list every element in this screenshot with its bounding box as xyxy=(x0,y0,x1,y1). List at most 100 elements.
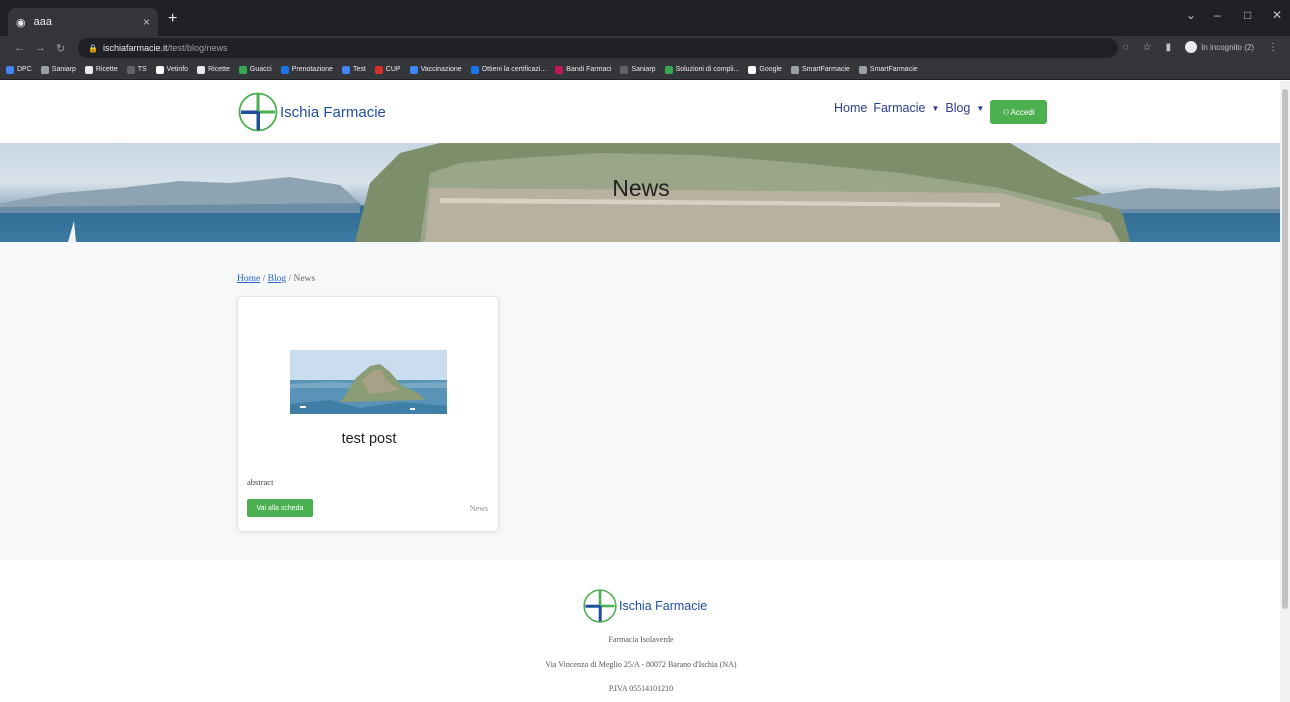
star-icon[interactable]: ☆ xyxy=(1143,42,1152,53)
scrollbar-thumb[interactable] xyxy=(1282,89,1288,609)
maximize-icon[interactable]: □ xyxy=(1244,8,1251,22)
bookmark-item[interactable]: Guacci xyxy=(238,65,272,74)
nav-home[interactable]: Home xyxy=(834,101,867,115)
bookmark-icon xyxy=(620,65,629,74)
eye-off-icon[interactable]: ◌ xyxy=(1123,42,1129,53)
bookmark-item[interactable]: Soluzioni di compli... xyxy=(664,65,740,74)
bookmark-label: Soluzioni di compli... xyxy=(675,66,740,73)
bookmark-label: SmartFarmacie xyxy=(869,66,918,73)
main-nav: Home Farmacie ▼ Blog ▼ xyxy=(834,101,990,115)
breadcrumb-blog[interactable]: Blog xyxy=(268,274,286,284)
bookmark-item[interactable]: SmartFarmacie xyxy=(790,65,850,74)
address-bar[interactable]: 🔒 ischiafarmacie.it/test/blog/news xyxy=(78,38,1118,58)
caret-down-icon[interactable]: ▼ xyxy=(931,104,939,113)
view-post-button[interactable]: Vai alla scheda xyxy=(247,499,313,517)
bookmark-label: DPC xyxy=(17,66,32,73)
post-card: test post abstract Vai alla scheda News xyxy=(237,296,499,532)
nav-blog[interactable]: Blog xyxy=(945,101,970,115)
login-label: Accedi xyxy=(1010,107,1035,117)
post-category: News xyxy=(469,504,488,513)
toolbar-actions: ◌ ☆ ▮ In incognito (2) ⋮ xyxy=(1123,41,1278,53)
bookmark-item[interactable]: Saniarp xyxy=(620,65,656,74)
incognito-badge[interactable]: In incognito (2) xyxy=(1185,41,1254,53)
bookmark-item[interactable]: CUP xyxy=(374,65,401,74)
bookmark-label: SmartFarmacie xyxy=(801,66,850,73)
users-icon: ⚇ xyxy=(1002,107,1010,117)
breadcrumb-separator: / xyxy=(262,274,266,284)
bookmark-label: Bandi Farmaci xyxy=(566,66,612,73)
bookmark-label: Prenotazione xyxy=(291,66,333,73)
bookmark-item[interactable]: Ottieni la certificazi... xyxy=(470,65,547,74)
tab-search-icon[interactable]: ⌄ xyxy=(1186,8,1196,22)
browser-tab-bar: ◉ aaa × + ⌄ – □ ✕ xyxy=(0,0,1290,36)
post-title[interactable]: test post xyxy=(238,431,500,447)
bookmark-item[interactable]: Ricette xyxy=(197,65,230,74)
incognito-label: In incognito (2) xyxy=(1201,42,1254,52)
bookmark-icon xyxy=(555,65,564,74)
bookmark-label: Vaccinazione xyxy=(420,66,462,73)
bookmark-item[interactable]: Saniarp xyxy=(40,65,76,74)
bookmark-icon xyxy=(84,65,93,74)
new-tab-button[interactable]: + xyxy=(168,10,177,28)
hero-title: News xyxy=(612,175,670,201)
bookmark-icon xyxy=(197,65,206,74)
bookmark-icon xyxy=(6,65,14,74)
page-viewport: Ischia Farmacie Home Farmacie ▼ Blog ▼ ⚇… xyxy=(0,81,1290,702)
bookmark-icon xyxy=(238,65,247,74)
footer-address: Via Vincenzo di Meglio 25/A - 80072 Bara… xyxy=(545,660,737,669)
bookmarks-bar: DPC Saniarp Ricette TS Vetinfo Ricette Guacci P… xyxy=(0,60,1290,80)
browser-toolbar: ← → ↻ 🔒 ischiafarmacie.it/test/blog/news… xyxy=(0,36,1290,60)
footer-vat: P.IVA 05514101210 xyxy=(608,684,674,693)
caret-down-icon[interactable]: ▼ xyxy=(976,104,984,113)
post-abstract: abstract xyxy=(247,477,274,487)
footer-pharmacy-name: Farmacia Isolaverde xyxy=(608,635,674,644)
forward-icon[interactable]: → xyxy=(35,42,46,54)
bookmark-label: Ricette xyxy=(208,66,230,73)
login-button[interactable]: ⚇ Accedi xyxy=(990,100,1047,124)
bookmark-label: Ottieni la certificazi... xyxy=(481,66,547,73)
bookmark-item[interactable]: SmartFarmacie xyxy=(858,65,918,74)
bookmark-label: Saniarp xyxy=(631,66,656,73)
tab-close-icon[interactable]: × xyxy=(143,15,150,29)
kebab-menu-icon[interactable]: ⋮ xyxy=(1268,42,1278,53)
hero-banner: News xyxy=(0,143,1282,242)
close-window-icon[interactable]: ✕ xyxy=(1272,8,1282,22)
page-scrollbar[interactable] xyxy=(1280,81,1290,702)
footer-brand-name: Ischia Farmacie xyxy=(619,599,708,613)
url-path: /test/blog/news xyxy=(167,43,228,53)
minimize-icon[interactable]: – xyxy=(1214,8,1221,22)
site-logo[interactable]: Ischia Farmacie xyxy=(237,91,386,133)
bookmark-item[interactable]: Vaccinazione xyxy=(409,65,462,74)
site-header: Ischia Farmacie Home Farmacie ▼ Blog ▼ ⚇… xyxy=(0,81,1282,143)
bookmark-item[interactable]: Ricette xyxy=(84,65,118,74)
cross-logo-icon xyxy=(583,589,617,623)
bookmark-item[interactable]: DPC xyxy=(6,65,32,74)
back-icon[interactable]: ← xyxy=(14,42,25,54)
bookmark-label: Vetinfo xyxy=(166,66,189,73)
bookmark-item[interactable]: Prenotazione xyxy=(280,65,333,74)
bookmark-item[interactable]: Test xyxy=(341,65,366,74)
bookmark-label: CUP xyxy=(385,66,401,73)
bookmark-icon xyxy=(790,65,799,74)
bookmark-icon xyxy=(155,65,164,74)
bookmark-label: Guacci xyxy=(249,66,272,73)
bookmark-label: TS xyxy=(137,66,147,73)
bookmark-icon xyxy=(126,65,135,74)
bookmark-icon xyxy=(748,65,757,74)
breadcrumb-current: News xyxy=(293,274,316,284)
post-thumbnail xyxy=(290,350,447,414)
bookmark-label: Ricette xyxy=(95,66,118,73)
nav-farmacie[interactable]: Farmacie xyxy=(873,101,925,115)
browser-tab[interactable]: ◉ aaa × xyxy=(8,8,158,36)
breadcrumb: Home / Blog / News xyxy=(237,274,315,284)
bookmark-icon xyxy=(280,65,289,74)
sidepanel-icon[interactable]: ▮ xyxy=(1166,42,1172,53)
reload-icon[interactable]: ↻ xyxy=(56,42,65,55)
breadcrumb-home[interactable]: Home xyxy=(237,274,260,284)
bookmark-item[interactable]: Vetinfo xyxy=(155,65,189,74)
bookmark-item[interactable]: TS xyxy=(126,65,147,74)
main-content: Home / Blog / News test post abstract Va… xyxy=(0,242,1282,560)
bookmark-item[interactable]: Google xyxy=(748,65,782,74)
footer-logo[interactable]: Ischia Farmacie xyxy=(582,588,707,624)
bookmark-item[interactable]: Bandi Farmaci xyxy=(555,65,612,74)
